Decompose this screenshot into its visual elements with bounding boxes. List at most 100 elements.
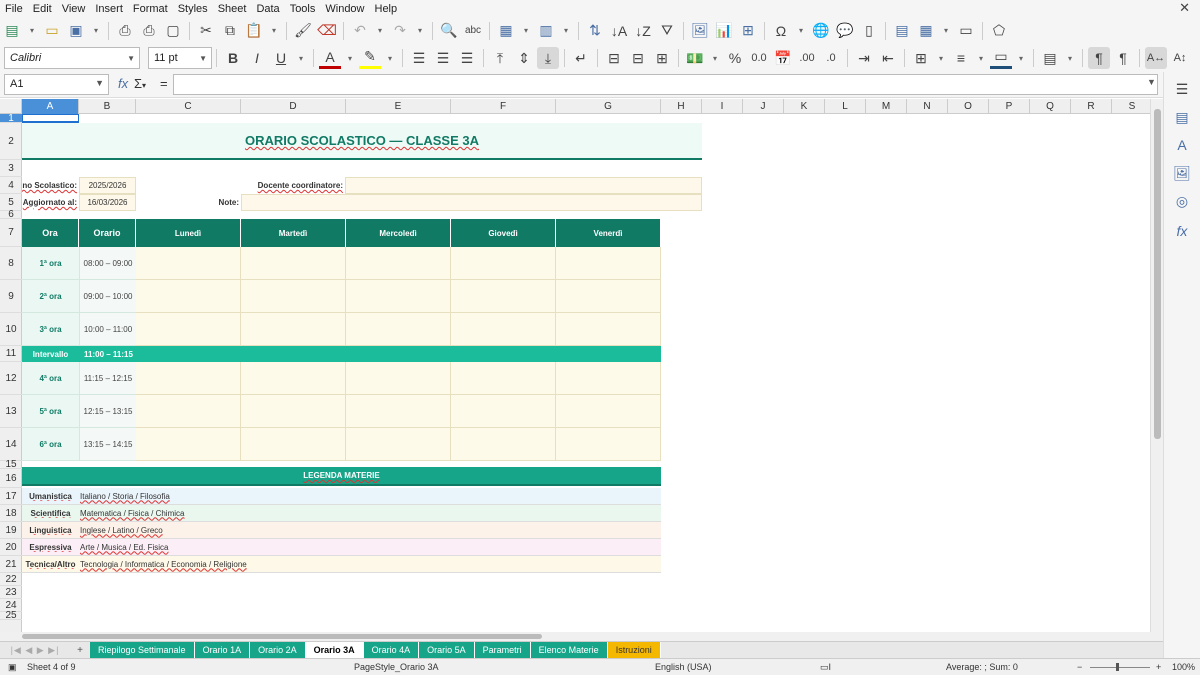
lesson-ora[interactable]: 3ª ora bbox=[22, 313, 79, 346]
lesson-slot[interactable] bbox=[346, 428, 451, 461]
find-replace-icon[interactable]: 🔍 bbox=[438, 20, 460, 42]
row-header-25[interactable]: 25 bbox=[0, 610, 22, 621]
row-header-8[interactable]: 8 bbox=[0, 247, 22, 280]
sheet-tab-orario-3a[interactable]: Orario 3A bbox=[305, 642, 364, 658]
date-format-icon[interactable]: 📅 bbox=[772, 47, 794, 69]
row-header-13[interactable]: 13 bbox=[0, 395, 22, 428]
navigator-icon[interactable]: ◎ bbox=[1173, 192, 1191, 210]
horizontal-scroll-thumb[interactable] bbox=[22, 634, 542, 639]
lesson-ora[interactable]: 5ª ora bbox=[22, 395, 79, 428]
zoom-out-icon[interactable]: − bbox=[1077, 662, 1082, 672]
lesson-slot[interactable] bbox=[346, 362, 451, 395]
align-right-icon[interactable]: ☰ bbox=[456, 47, 478, 69]
row-dropdown-icon[interactable]: ▾ bbox=[519, 20, 533, 42]
left-to-right-icon[interactable]: ¶ bbox=[1088, 47, 1110, 69]
menu-item-data[interactable]: Data bbox=[251, 3, 284, 15]
open-icon[interactable]: ▭ bbox=[41, 20, 63, 42]
lesson-slot[interactable] bbox=[136, 428, 241, 461]
sidebar-menu-icon[interactable]: ☰ bbox=[1173, 80, 1191, 98]
lesson-slot[interactable] bbox=[346, 280, 451, 313]
column-header-i[interactable]: I bbox=[702, 99, 743, 114]
bold-icon[interactable]: B bbox=[222, 47, 244, 69]
properties-icon[interactable]: ▤ bbox=[1173, 108, 1191, 126]
gallery-icon[interactable]: 🖼 bbox=[1173, 164, 1191, 182]
column-header-k[interactable]: K bbox=[784, 99, 825, 114]
row-header-1[interactable]: 1 bbox=[0, 113, 22, 124]
borders-icon[interactable]: ⊞ bbox=[910, 47, 932, 69]
lesson-slot[interactable] bbox=[241, 428, 346, 461]
cut-icon[interactable]: ✂ bbox=[195, 20, 217, 42]
note-value[interactable] bbox=[241, 194, 702, 211]
expand-formula-bar-icon[interactable]: ▼ bbox=[1147, 77, 1156, 87]
print-preview-icon[interactable]: ▢ bbox=[162, 20, 184, 42]
column-header-e[interactable]: E bbox=[346, 99, 451, 114]
lesson-slot[interactable] bbox=[556, 313, 661, 346]
timetable-header-5[interactable]: Giovedì bbox=[451, 219, 556, 247]
zoom-slider-handle[interactable] bbox=[1116, 663, 1119, 671]
border-style-icon[interactable]: ≡ bbox=[950, 47, 972, 69]
column-header-h[interactable]: H bbox=[661, 99, 702, 114]
column-dropdown-icon[interactable]: ▾ bbox=[559, 20, 573, 42]
row-header-12[interactable]: 12 bbox=[0, 362, 22, 395]
sum-icon[interactable]: Σ▾ bbox=[134, 76, 146, 91]
currency-format-icon[interactable]: 💵 bbox=[684, 47, 706, 69]
timetable-header-2[interactable]: Lunedì bbox=[136, 219, 241, 247]
undo-dropdown-icon[interactable]: ▾ bbox=[373, 20, 387, 42]
lesson-orario[interactable]: 10:00 – 11:00 bbox=[79, 313, 136, 346]
legend-title[interactable]: LEGENDA MATERIE bbox=[22, 467, 661, 486]
legend-row[interactable]: Linguistica Inglese / Latino / Greco bbox=[22, 522, 661, 539]
timetable-header-4[interactable]: Mercoledì bbox=[346, 219, 451, 247]
horizontal-scrollbar[interactable] bbox=[0, 632, 1163, 641]
lesson-slot[interactable] bbox=[556, 395, 661, 428]
sort-descending-icon[interactable]: ↓Z bbox=[632, 20, 654, 42]
menu-item-sheet[interactable]: Sheet bbox=[213, 3, 252, 15]
menu-item-insert[interactable]: Insert bbox=[90, 3, 128, 15]
clear-formatting-icon[interactable]: ⌫ bbox=[316, 20, 338, 42]
row-header-14[interactable]: 14 bbox=[0, 428, 22, 461]
font-name-box[interactable]: Calibri ▼ bbox=[4, 47, 140, 69]
column-header-m[interactable]: M bbox=[866, 99, 907, 114]
intervallo-label[interactable]: Intervallo bbox=[22, 346, 79, 362]
column-header-n[interactable]: N bbox=[907, 99, 948, 114]
decrease-indent-icon[interactable]: ⇤ bbox=[877, 47, 899, 69]
lesson-slot[interactable] bbox=[136, 395, 241, 428]
menu-item-file[interactable]: File bbox=[0, 3, 28, 15]
row-header-10[interactable]: 10 bbox=[0, 313, 22, 346]
column-header-r[interactable]: R bbox=[1071, 99, 1112, 114]
highlight-dropdown-icon[interactable]: ▾ bbox=[383, 47, 397, 69]
hyperlink-icon[interactable]: 🌐 bbox=[810, 20, 832, 42]
delete-decimal-icon[interactable]: .0 bbox=[820, 47, 842, 69]
percent-format-icon[interactable]: % bbox=[724, 47, 746, 69]
row-header-23[interactable]: 23 bbox=[0, 586, 22, 599]
lesson-orario[interactable]: 13:15 – 14:15 bbox=[79, 428, 136, 461]
new-dropdown-icon[interactable]: ▾ bbox=[25, 20, 39, 42]
status-pagestyle[interactable]: PageStyle_Orario 3A bbox=[354, 662, 439, 672]
freeze-rows-columns-icon[interactable]: ▦ bbox=[915, 20, 937, 42]
lesson-slot[interactable] bbox=[136, 362, 241, 395]
add-sheet-icon[interactable]: + bbox=[70, 642, 90, 658]
conditional-dropdown-icon[interactable]: ▾ bbox=[1063, 47, 1077, 69]
timetable-header-3[interactable]: Martedì bbox=[241, 219, 346, 247]
column-header-l[interactable]: L bbox=[825, 99, 866, 114]
lesson-slot[interactable] bbox=[451, 313, 556, 346]
lesson-slot[interactable] bbox=[241, 395, 346, 428]
note-label[interactable]: Note: bbox=[136, 194, 241, 211]
copy-icon[interactable]: ⧉ bbox=[219, 20, 241, 42]
row-header-18[interactable]: 18 bbox=[0, 505, 22, 522]
row-header-3[interactable]: 3 bbox=[0, 160, 22, 177]
underline-dropdown-icon[interactable]: ▾ bbox=[294, 47, 308, 69]
insert-chart-icon[interactable]: 📊 bbox=[713, 20, 735, 42]
sheet-tab-elenco-materie[interactable]: Elenco Materie bbox=[530, 642, 608, 658]
column-header-d[interactable]: D bbox=[241, 99, 346, 114]
lesson-slot[interactable] bbox=[241, 362, 346, 395]
zoom-slider[interactable] bbox=[1090, 667, 1150, 668]
anno-value[interactable]: 2025/2026 bbox=[79, 177, 136, 194]
lesson-slot[interactable] bbox=[136, 280, 241, 313]
underline-icon[interactable]: U bbox=[270, 47, 292, 69]
borders-dropdown-icon[interactable]: ▾ bbox=[934, 47, 948, 69]
align-middle-icon[interactable]: ⇕ bbox=[513, 47, 535, 69]
lesson-slot[interactable] bbox=[556, 362, 661, 395]
timetable-header-0[interactable]: Ora bbox=[22, 219, 79, 247]
font-name-dropdown-icon[interactable]: ▼ bbox=[127, 54, 135, 63]
menu-item-edit[interactable]: Edit bbox=[28, 3, 57, 15]
